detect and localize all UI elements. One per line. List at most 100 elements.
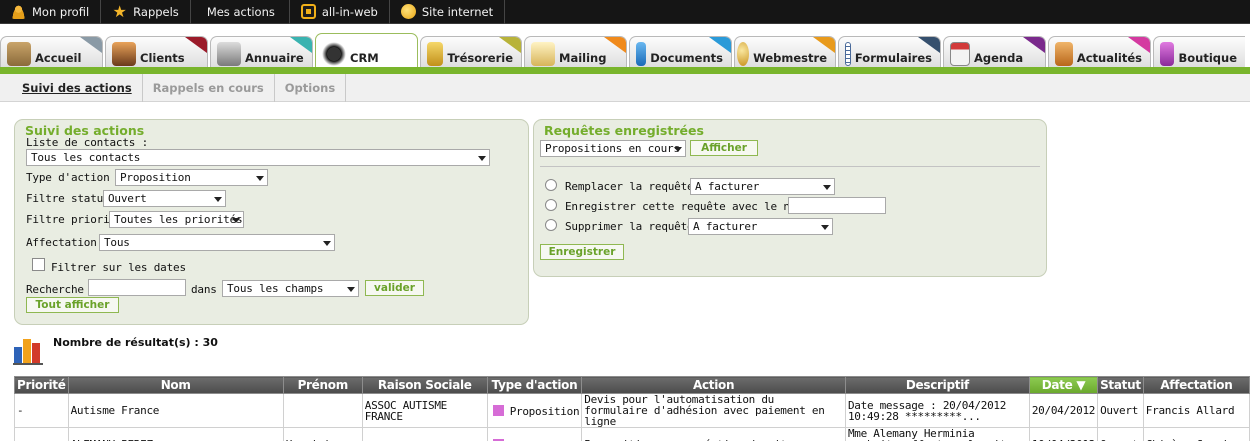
affectation-select[interactable]: Tous — [99, 234, 335, 251]
cell-nom[interactable]: ALEMANY-PEREZ — [67, 427, 284, 441]
saved-queries-panel: Requêtes enregistrées Propositions en co… — [533, 119, 1047, 277]
box-icon — [300, 4, 316, 19]
tab-crm[interactable]: CRM — [315, 33, 418, 69]
col-priorite[interactable]: Priorité — [14, 376, 69, 394]
subnav-options[interactable]: Options — [275, 73, 347, 102]
type-color-swatch — [492, 404, 504, 416]
col-nom[interactable]: Nom — [67, 376, 284, 394]
afficher-button[interactable]: Afficher — [690, 140, 758, 156]
delete-radio[interactable] — [545, 219, 557, 231]
tab-label: Annuaire — [245, 51, 304, 65]
user-icon — [11, 4, 26, 19]
chevron-down-icon — [478, 156, 486, 161]
saved-query-value: Propositions en cours — [545, 142, 680, 155]
tab-label: Boutique — [1178, 51, 1237, 65]
tab-tresorerie[interactable]: Trésorerie — [420, 36, 522, 69]
col-affectation[interactable]: Affectation — [1142, 376, 1250, 394]
cell-date: 20/04/2012 — [1028, 393, 1099, 428]
enregistrer-button[interactable]: Enregistrer — [540, 244, 624, 260]
priorite-select[interactable]: Toutes les priorités — [109, 211, 244, 228]
folder-icon — [636, 42, 647, 66]
tab-documents[interactable]: Documents — [629, 36, 732, 69]
cell-affectation: Chimène Grosjean — [1142, 427, 1250, 441]
type-action-select[interactable]: Proposition — [115, 169, 268, 186]
col-prenom[interactable]: Prénom — [282, 376, 363, 394]
filter-dates-checkbox[interactable] — [32, 258, 45, 271]
filter-panel: Suivi des actions Liste de contacts : To… — [14, 119, 529, 325]
col-action[interactable]: Action — [581, 376, 846, 394]
saved-queries-title: Requêtes enregistrées — [544, 123, 704, 138]
tab-label: Formulaires — [854, 51, 932, 65]
news-icon — [1055, 42, 1073, 66]
chevron-down-icon — [323, 241, 331, 246]
subnav-rappels-en-cours[interactable]: Rappels en cours — [143, 73, 275, 102]
clients-icon — [112, 42, 136, 66]
tab-mailing[interactable]: Mailing — [524, 36, 627, 69]
globe-icon — [400, 4, 416, 19]
chevron-down-icon — [256, 176, 264, 181]
contacts-label: Liste de contacts : — [26, 136, 149, 149]
valider-button[interactable]: valider — [365, 280, 424, 296]
website-link[interactable]: Site internet — [390, 0, 506, 24]
results-table: Priorité Nom Prénom Raison Sociale Type … — [14, 376, 1250, 441]
globe-icon — [737, 42, 750, 66]
form-icon — [845, 42, 851, 66]
type-action-label: Type d'action : — [26, 171, 123, 184]
tab-actualites[interactable]: Actualités — [1048, 36, 1151, 69]
delete-select[interactable]: A facturer — [688, 218, 833, 235]
cell-raison-sociale — [361, 427, 488, 441]
saved-query-select[interactable]: Propositions en cours — [540, 140, 686, 157]
chevron-down-icon — [821, 225, 829, 230]
results-count: Nombre de résultat(s) : 30 — [53, 336, 218, 349]
reminders-link[interactable]: ★ Rappels — [101, 0, 191, 24]
cell-priorite: - — [14, 393, 69, 428]
delete-label: Supprimer la requête — [565, 220, 694, 233]
replace-label: Remplacer la requête — [565, 180, 694, 193]
col-raison-sociale[interactable]: Raison Sociale — [361, 376, 488, 394]
star-icon: ★ — [112, 2, 127, 21]
replace-radio[interactable] — [545, 179, 557, 191]
save-as-radio[interactable] — [545, 199, 557, 211]
col-descriptif[interactable]: Descriptif — [844, 376, 1030, 394]
cell-priorite: - — [14, 427, 69, 441]
col-type-action[interactable]: Type d'action — [486, 376, 583, 394]
tab-label: CRM — [350, 51, 379, 65]
subnav-suivi-actions[interactable]: Suivi des actions — [0, 73, 143, 102]
statut-select[interactable]: Ouvert — [103, 190, 226, 207]
table-header-row: Priorité Nom Prénom Raison Sociale Type … — [14, 376, 1250, 394]
tab-annuaire[interactable]: Annuaire — [210, 36, 313, 69]
cell-raison-sociale: ASSOC AUTISME FRANCE — [361, 393, 488, 428]
coins-icon — [427, 42, 444, 66]
cell-statut: Ouvert — [1097, 393, 1144, 428]
table-row[interactable]: - Autisme France ASSOC AUTISME FRANCE Pr… — [14, 393, 1250, 428]
cell-descriptif: Date message : 20/04/2012 10:49:28 *****… — [844, 393, 1030, 428]
address-book-icon — [217, 42, 241, 66]
tab-formulaires[interactable]: Formulaires — [838, 36, 941, 69]
tab-label: Documents — [650, 51, 723, 65]
tout-afficher-button[interactable]: Tout afficher — [26, 297, 119, 313]
save-as-input[interactable] — [788, 197, 886, 214]
tab-webmestre[interactable]: Webmestre — [734, 36, 836, 69]
table-row[interactable]: - ALEMANY-PEREZ Herminia Proposition Pro… — [14, 427, 1250, 441]
my-profile-link[interactable]: Mon profil — [0, 0, 102, 24]
contacts-select[interactable]: Tous les contacts — [26, 149, 490, 166]
my-profile-label: Mon profil — [32, 4, 90, 19]
tab-clients[interactable]: Clients — [105, 36, 208, 69]
tab-agenda[interactable]: Agenda — [943, 36, 1046, 69]
my-actions-link[interactable]: Mes actions — [191, 0, 290, 24]
tab-label: Webmestre — [753, 51, 827, 65]
champs-select[interactable]: Tous les champs — [222, 280, 359, 297]
all-in-web-link[interactable]: all-in-web — [290, 0, 390, 24]
cell-action[interactable]: Devis pour l'automatisation du formulair… — [581, 393, 846, 428]
tab-boutique[interactable]: Boutique — [1153, 36, 1245, 69]
recherche-input[interactable] — [88, 279, 186, 296]
col-statut[interactable]: Statut — [1097, 376, 1144, 394]
sub-nav: Suivi des actions Rappels en cours Optio… — [0, 73, 1250, 102]
cell-type-action: Proposition — [486, 393, 583, 428]
statut-value: Ouvert — [108, 192, 147, 205]
cell-nom[interactable]: Autisme France — [67, 393, 284, 428]
replace-select[interactable]: A facturer — [690, 178, 835, 195]
tab-accueil[interactable]: Accueil — [0, 36, 103, 69]
col-date[interactable]: Date ▼ — [1028, 376, 1099, 394]
cell-action[interactable]: Proposition pour création de site — [581, 427, 846, 441]
